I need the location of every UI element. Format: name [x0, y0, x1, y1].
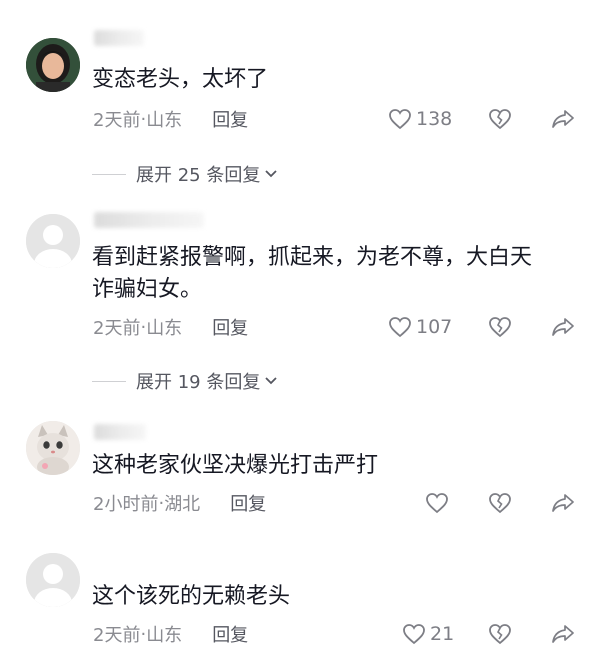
like-button[interactable]: 107 — [388, 314, 452, 340]
divider-line — [92, 173, 126, 175]
default-avatar-icon — [26, 214, 80, 268]
comment-time: 2天前 — [93, 318, 141, 339]
expand-replies-button[interactable]: 展开 19 条回复 — [92, 367, 278, 395]
reply-button[interactable]: 回复 — [212, 314, 248, 340]
avatar[interactable] — [26, 214, 80, 268]
broken-heart-icon — [489, 109, 511, 130]
username-blurred — [94, 212, 204, 228]
reply-button[interactable]: 回复 — [212, 621, 248, 647]
comment-meta: 2天前 · 山东 回复 — [93, 106, 248, 132]
comment-time: 2天前 — [93, 625, 141, 646]
dislike-button[interactable] — [488, 314, 512, 340]
username-blurred — [94, 30, 144, 46]
share-arrow-icon — [552, 494, 574, 512]
like-count: 138 — [416, 108, 453, 130]
expand-replies-button[interactable]: 展开 25 条回复 — [92, 160, 278, 188]
expand-replies-label: 展开 19 条回复 — [136, 372, 261, 393]
share-button[interactable] — [551, 314, 575, 340]
avatar[interactable] — [26, 38, 80, 92]
broken-heart-icon — [489, 493, 511, 514]
kitten-avatar — [26, 421, 80, 475]
dislike-button[interactable] — [488, 490, 512, 516]
comment-meta: 2天前 · 山东 回复 — [93, 621, 248, 647]
like-count: 21 — [430, 623, 455, 645]
chevron-down-icon — [265, 377, 277, 385]
avatar[interactable] — [26, 553, 80, 607]
like-button[interactable] — [425, 490, 449, 516]
share-arrow-icon — [552, 318, 574, 336]
share-button[interactable] — [551, 106, 575, 132]
expand-replies-label: 展开 25 条回复 — [136, 165, 261, 186]
dislike-button[interactable] — [488, 621, 512, 647]
comment-text: 看到赶紧报警啊，抓起来，为老不尊，大白天 诈骗妇女。 — [92, 245, 533, 302]
comment-time: 2天前 — [93, 110, 141, 131]
comment-time: 2小时前 — [93, 494, 159, 515]
like-button[interactable]: 21 — [402, 621, 454, 647]
comment-meta: 2天前 · 山东 回复 — [93, 314, 248, 340]
like-button[interactable]: 138 — [388, 106, 452, 132]
heart-outline-icon — [426, 493, 448, 514]
share-arrow-icon — [552, 625, 574, 643]
broken-heart-icon — [489, 317, 511, 338]
comment-text: 这个该死的无赖老头 — [92, 584, 291, 609]
divider-line — [92, 380, 126, 382]
comment-location: 山东 — [146, 625, 183, 646]
username-blurred — [94, 424, 146, 440]
broken-heart-icon — [489, 624, 511, 645]
default-avatar-icon — [26, 553, 80, 607]
heart-outline-icon — [389, 317, 411, 338]
dislike-button[interactable] — [488, 106, 512, 132]
comment-location: 山东 — [146, 110, 183, 131]
comment-location: 山东 — [146, 318, 183, 339]
share-button[interactable] — [551, 490, 575, 516]
share-arrow-icon — [552, 110, 574, 128]
avatar-photo — [26, 38, 80, 92]
heart-outline-icon — [403, 624, 425, 645]
chevron-down-icon — [265, 170, 277, 178]
comment-meta: 2小时前 · 湖北 回复 — [93, 490, 266, 516]
share-button[interactable] — [551, 621, 575, 647]
heart-outline-icon — [389, 109, 411, 130]
reply-button[interactable]: 回复 — [230, 490, 266, 516]
reply-button[interactable]: 回复 — [212, 106, 248, 132]
like-count: 107 — [416, 316, 453, 338]
comment-location: 湖北 — [164, 494, 201, 515]
avatar[interactable] — [26, 421, 80, 475]
comment-text: 这种老家伙坚决爆光打击严打 — [92, 453, 379, 478]
comment-text: 变态老头，太坏了 — [92, 67, 269, 92]
